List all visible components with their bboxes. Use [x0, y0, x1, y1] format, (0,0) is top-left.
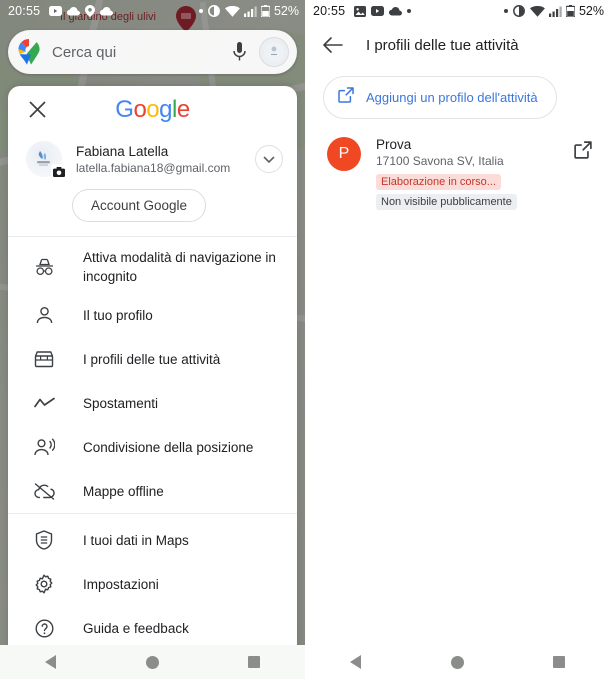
- divider: [8, 513, 297, 514]
- wifi-icon: [224, 5, 240, 17]
- signal-icon: [243, 6, 257, 17]
- nav-home-circle[interactable]: [433, 645, 481, 679]
- shield-icon: [32, 528, 56, 552]
- camera-icon[interactable]: [51, 164, 66, 179]
- menu-item-settings[interactable]: Impostazioni: [8, 562, 297, 606]
- right-nav-bar: [305, 645, 610, 679]
- account-row[interactable]: Fabiana Latella latella.fabiana18@gmail.…: [8, 133, 297, 179]
- back-arrow-icon[interactable]: [313, 25, 353, 65]
- dot-icon: [198, 9, 203, 13]
- nav-recents-square[interactable]: [535, 645, 583, 679]
- nav-recents-square[interactable]: [230, 645, 278, 679]
- signal-icon: [548, 6, 562, 17]
- close-icon[interactable]: [17, 90, 57, 130]
- menu-item-label: Spostamenti: [83, 395, 159, 411]
- menu-item-label: Attiva modalità di navigazione in incogn…: [83, 250, 276, 284]
- drawer-header: Google: [8, 86, 297, 133]
- avatar[interactable]: [26, 141, 66, 179]
- location-share-icon: [32, 435, 56, 459]
- left-status-bar: 20:55 52%: [0, 0, 305, 22]
- nav-home-circle[interactable]: [128, 645, 176, 679]
- menu-item-business-profiles[interactable]: I profili delle tue attività: [8, 337, 297, 381]
- menu-item-label: Guida e feedback: [83, 620, 189, 636]
- menu-item-label: Condivisione della posizione: [83, 439, 254, 455]
- menu-item-your-data[interactable]: I tuoi dati in Maps: [8, 518, 297, 562]
- page-title: I profili delle tue attività: [366, 36, 519, 54]
- app-bar: I profili delle tue attività: [305, 22, 610, 68]
- offline-cloud-icon: [32, 479, 56, 503]
- drawer-menu: Attiva modalità di navigazione in incogn…: [8, 237, 297, 650]
- vibrate-icon: [207, 5, 221, 17]
- profile-avatar[interactable]: [259, 37, 289, 67]
- menu-item-label: Il tuo profilo: [83, 307, 153, 323]
- menu-item-timeline[interactable]: Spostamenti: [8, 381, 297, 425]
- store-icon: [32, 347, 56, 371]
- youtube-icon: [371, 6, 385, 16]
- location-icon: [85, 5, 96, 17]
- menu-item-incognito[interactable]: Attiva modalità di navigazione in incogn…: [8, 241, 297, 293]
- youtube-icon: [49, 6, 63, 16]
- battery-percent: 52%: [273, 4, 299, 18]
- gear-icon: [32, 572, 56, 596]
- visibility-badge: Non visibile pubblicamente: [376, 194, 517, 210]
- nav-back-triangle[interactable]: [27, 645, 75, 679]
- cloud-icon: [389, 6, 403, 16]
- battery-icon: [260, 5, 270, 17]
- screen-root: Il giardino degli ulivi 20:55 52% Cerca …: [0, 0, 610, 679]
- dot-icon: [503, 9, 508, 13]
- nav-back-triangle[interactable]: [332, 645, 380, 679]
- account-name: Fabiana Latella: [76, 143, 169, 159]
- help-icon: [32, 616, 56, 640]
- cloud-icon: [67, 6, 81, 16]
- person-icon: [32, 303, 56, 327]
- timeline-icon: [32, 391, 56, 415]
- chevron-down-icon[interactable]: [255, 145, 283, 173]
- menu-item-offline-maps[interactable]: Mappe offline: [8, 469, 297, 513]
- open-in-new-icon[interactable]: [574, 141, 598, 165]
- status-badge: Elaborazione in corso...: [376, 174, 501, 190]
- left-phone-screenshot: Il giardino degli ulivi 20:55 52% Cerca …: [0, 0, 305, 679]
- google-maps-pin-icon: [18, 39, 40, 65]
- status-time: 20:55: [313, 4, 346, 18]
- business-name: Prova: [376, 137, 412, 152]
- search-bar[interactable]: Cerca qui: [8, 30, 297, 74]
- menu-item-label: Impostazioni: [83, 576, 159, 592]
- menu-item-label: Mappe offline: [83, 483, 164, 499]
- menu-item-label: I profili delle tue attività: [83, 351, 221, 367]
- wifi-icon: [529, 5, 545, 17]
- left-nav-bar: [0, 645, 305, 679]
- menu-item-your-profile[interactable]: Il tuo profilo: [8, 293, 297, 337]
- menu-item-help-feedback[interactable]: Guida e feedback: [8, 606, 297, 650]
- incognito-icon: [32, 255, 56, 279]
- mic-icon[interactable]: [225, 38, 253, 66]
- business-list-item[interactable]: P Prova 17100 Savona SV, Italia Elaboraz…: [305, 119, 610, 210]
- status-time: 20:55: [8, 4, 41, 18]
- add-business-profile-label: Aggiungi un profilo dell'attività: [366, 90, 538, 105]
- business-address: 17100 Savona SV, Italia: [376, 154, 504, 168]
- dot-icon: [407, 9, 412, 13]
- account-email: latella.fabiana18@gmail.com: [76, 160, 231, 175]
- battery-percent: 52%: [578, 4, 604, 18]
- open-in-new-icon: [338, 87, 354, 108]
- menu-item-label: I tuoi dati in Maps: [83, 532, 189, 548]
- right-phone-screenshot: 20:55 52% I profili delle tue attività A…: [305, 0, 610, 679]
- business-avatar: P: [327, 137, 361, 171]
- cloud-icon: [100, 6, 114, 16]
- menu-item-location-sharing[interactable]: Condivisione della posizione: [8, 425, 297, 469]
- google-account-button[interactable]: Account Google: [72, 189, 207, 222]
- search-input[interactable]: Cerca qui: [52, 44, 225, 61]
- image-icon: [354, 5, 367, 17]
- vibrate-icon: [512, 5, 526, 17]
- add-business-profile-button[interactable]: Aggiungi un profilo dell'attività: [323, 76, 557, 119]
- right-status-bar: 20:55 52%: [305, 0, 610, 22]
- battery-icon: [565, 5, 575, 17]
- account-drawer: Google Fabiana Latella latella.fabiana18…: [8, 86, 297, 679]
